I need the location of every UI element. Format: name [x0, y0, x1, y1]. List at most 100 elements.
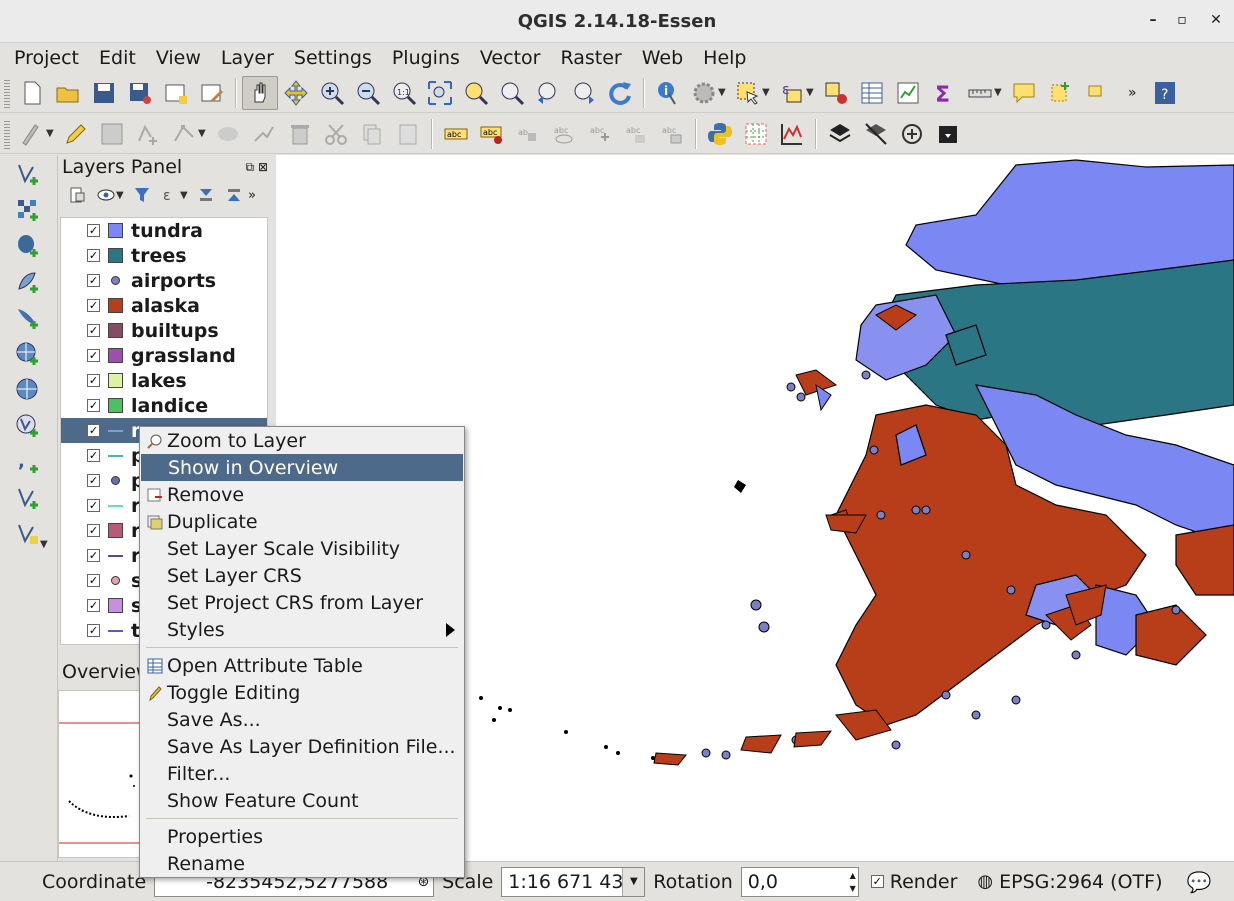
layer-name[interactable]: airports [131, 270, 216, 292]
menu-raster[interactable]: Raster [550, 47, 631, 69]
menu-vector[interactable]: Vector [470, 47, 551, 69]
layer-name[interactable]: grassland [131, 345, 236, 367]
layer-name[interactable]: landice [131, 395, 208, 417]
select-by-expression-icon[interactable]: ε [774, 76, 810, 110]
menu-set-layer-scale-visibility[interactable]: Set Layer Scale Visibility [140, 535, 464, 562]
layer-visibility-checkbox[interactable]: ✓ [87, 599, 100, 612]
layer-visibility-checkbox[interactable]: ✓ [87, 324, 100, 337]
measure-icon[interactable] [962, 76, 998, 110]
zoom-to-layer-icon[interactable] [494, 76, 530, 110]
attribute-table-icon[interactable] [854, 76, 890, 110]
layer-visibility-checkbox[interactable]: ✓ [87, 474, 100, 487]
grid-plugin-icon[interactable] [738, 117, 774, 151]
menu-set-layer-crs[interactable]: Set Layer CRS [140, 562, 464, 589]
messages-icon[interactable]: 💬 [1187, 870, 1212, 894]
zoom-full-icon[interactable] [422, 76, 458, 110]
add-postgis-layer-icon[interactable] [10, 229, 46, 263]
menu-rename[interactable]: Rename [140, 850, 464, 877]
layer-name[interactable]: tundra [131, 220, 203, 242]
menu-view[interactable]: View [146, 47, 211, 69]
layer-visibility-checkbox[interactable]: ✓ [87, 274, 100, 287]
identify-icon[interactable]: i [650, 76, 686, 110]
layer-visibility-checkbox[interactable]: ✓ [87, 349, 100, 362]
expand-all-icon[interactable] [192, 181, 220, 209]
menu-zoom-to-layer[interactable]: Zoom to Layer [140, 427, 464, 454]
render-checkbox[interactable]: ✓ [870, 875, 884, 888]
layer-visibility-checkbox[interactable]: ✓ [87, 499, 100, 512]
show-bookmarks-icon[interactable] [1078, 76, 1114, 110]
label-move-icon[interactable]: abc [582, 117, 618, 151]
menu-project[interactable]: Project [4, 47, 89, 69]
cut-features-icon[interactable] [318, 117, 354, 151]
layer-name[interactable]: alaska [131, 295, 200, 317]
menu-set-project-crs[interactable]: Set Project CRS from Layer [140, 589, 464, 616]
menu-duplicate[interactable]: Duplicate [140, 508, 464, 535]
copy-features-icon[interactable] [354, 117, 390, 151]
menu-layer[interactable]: Layer [211, 47, 284, 69]
sum-icon[interactable]: Σ [926, 76, 962, 110]
new-project-icon[interactable] [14, 76, 50, 110]
label-tool-icon[interactable]: abc [438, 117, 474, 151]
pan-to-selection-icon[interactable] [278, 76, 314, 110]
overview-map[interactable] [58, 690, 142, 858]
label-change-icon[interactable]: abc [654, 117, 690, 151]
composer-manager-icon[interactable] [194, 76, 230, 110]
layer-stack-icon[interactable] [822, 117, 858, 151]
hide-layers-icon[interactable] [858, 117, 894, 151]
delete-selected-icon[interactable] [282, 117, 318, 151]
visibility-eye-icon[interactable] [92, 181, 120, 209]
panel-overflow-icon[interactable]: » [248, 188, 256, 203]
pan-map-icon[interactable] [242, 75, 278, 110]
menu-open-attribute-table[interactable]: Open Attribute Table [140, 652, 464, 679]
add-wcs-layer-icon[interactable] [10, 373, 46, 407]
paste-features-icon[interactable] [390, 117, 426, 151]
menu-show-feature-count[interactable]: Show Feature Count [140, 787, 464, 814]
statistics-icon[interactable] [890, 76, 926, 110]
add-spatialite-layer-icon[interactable] [10, 265, 46, 299]
layer-visibility-checkbox[interactable]: ✓ [87, 549, 100, 562]
toolbar-grip[interactable] [4, 77, 10, 108]
toolbar-grip[interactable] [4, 118, 10, 149]
rotation-spinbox[interactable]: 0,0 ▲ ▼ [740, 866, 859, 897]
chevron-down-icon[interactable]: ▼ [622, 867, 645, 896]
add-wms-layer-icon[interactable] [10, 337, 46, 371]
layer-visibility-checkbox[interactable]: ✓ [87, 374, 100, 387]
menu-show-in-overview[interactable]: Show in Overview [141, 454, 463, 481]
maximize-icon[interactable]: ▫ [1172, 12, 1192, 28]
menu-edit[interactable]: Edit [89, 47, 146, 69]
actions-icon[interactable] [686, 76, 722, 110]
help-icon[interactable]: ? [1147, 76, 1183, 110]
layer-visibility-checkbox[interactable]: ✓ [87, 399, 100, 412]
node-tool-icon[interactable] [166, 117, 202, 151]
add-feature-icon[interactable] [130, 117, 166, 151]
layer-name[interactable]: lakes [131, 370, 187, 392]
menu-filter[interactable]: Filter... [140, 760, 464, 787]
deselect-icon[interactable] [818, 76, 854, 110]
spin-arrows-icon[interactable]: ▲ ▼ [850, 869, 856, 895]
minimize-icon[interactable]: – [1143, 12, 1163, 28]
layer-name[interactable]: trees [131, 245, 187, 267]
new-print-composer-icon[interactable] [158, 76, 194, 110]
node-edit-icon[interactable] [246, 117, 282, 151]
close-panel-icon[interactable]: ⊠ [258, 160, 268, 174]
layer-visibility-checkbox[interactable]: ✓ [87, 524, 100, 537]
layer-visibility-checkbox[interactable]: ✓ [87, 249, 100, 262]
menu-properties[interactable]: Properties [140, 823, 464, 850]
add-virtual-layer-icon[interactable] [10, 481, 46, 515]
layer-visibility-checkbox[interactable]: ✓ [87, 224, 100, 237]
add-delimited-text-icon[interactable]: , [10, 445, 46, 479]
profile-plugin-icon[interactable] [774, 117, 810, 151]
menu-save-as[interactable]: Save As... [140, 706, 464, 733]
add-vector-layer-icon[interactable] [10, 157, 46, 191]
label-highlight-icon[interactable]: ab [510, 117, 546, 151]
zoom-to-selection-icon[interactable] [458, 76, 494, 110]
move-feature-icon[interactable] [210, 117, 246, 151]
menu-help[interactable]: Help [693, 47, 756, 69]
label-rotate-icon[interactable]: abc [618, 117, 654, 151]
zoom-in-icon[interactable] [314, 76, 350, 110]
collapse-all-icon[interactable] [220, 181, 248, 209]
layer-name[interactable]: builtups [131, 320, 219, 342]
zoom-last-icon[interactable] [530, 76, 566, 110]
add-circle-icon[interactable] [894, 117, 930, 151]
refresh-icon[interactable] [602, 76, 638, 110]
